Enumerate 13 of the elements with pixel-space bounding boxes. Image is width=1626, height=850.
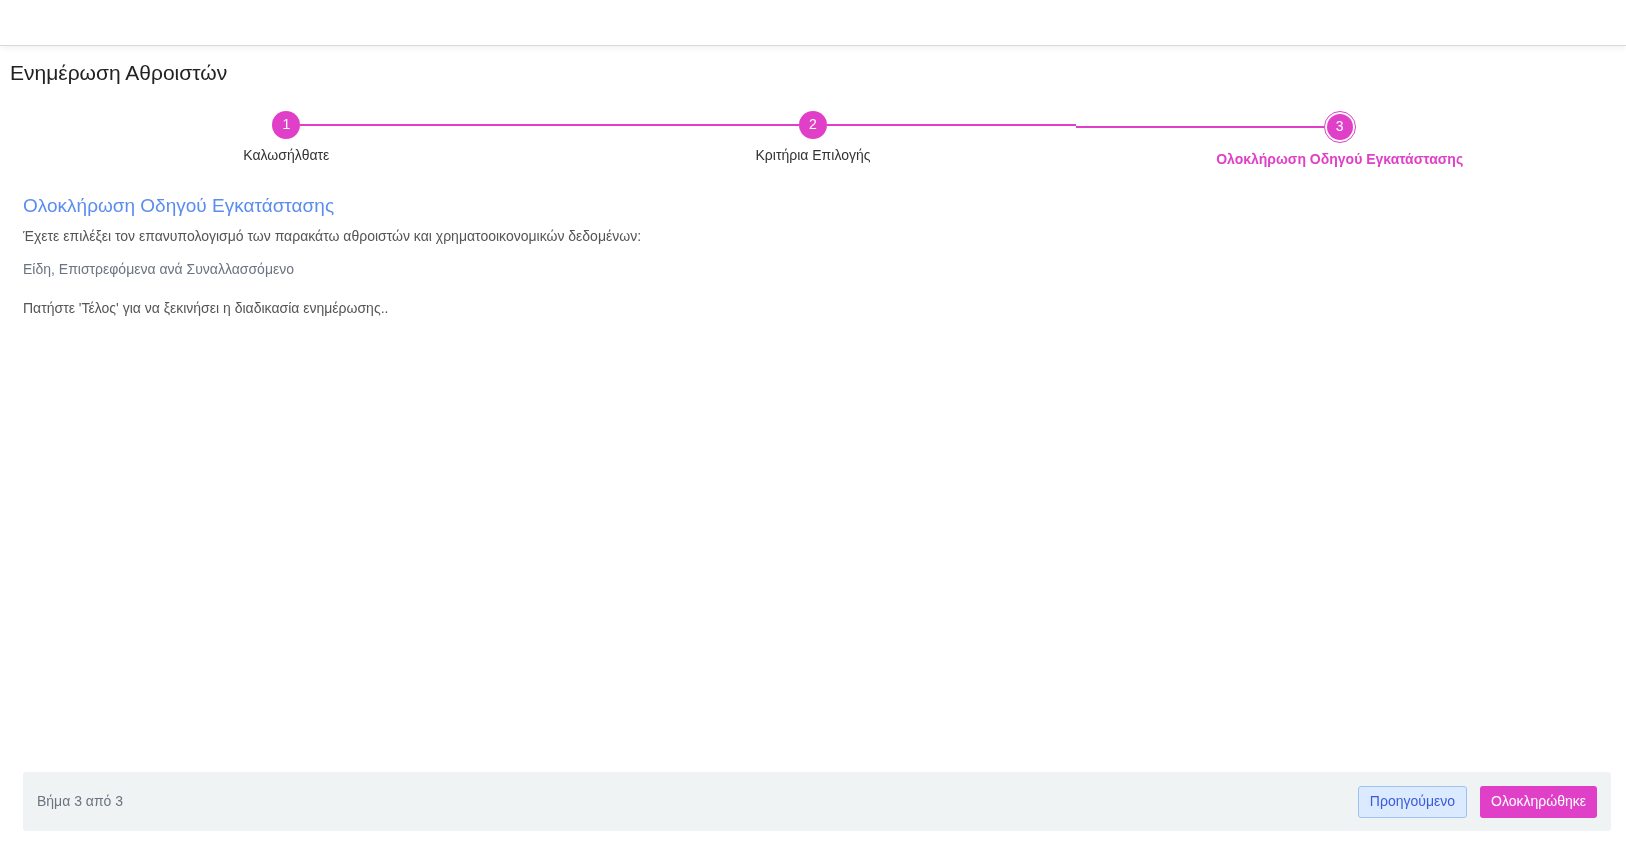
step-number: 1 — [272, 110, 301, 139]
page-title: Ενημέρωση Αθροιστών — [9, 60, 229, 86]
instruction-text: Πατήστε 'Τέλος' για να ξεκινήσει η διαδικασία ενημέρωσης.. — [23, 299, 390, 318]
previous-button[interactable]: Προηγούμενο — [1357, 785, 1468, 818]
step-label: Κριτήρια Επιλογής — [755, 145, 871, 165]
selection-text: Είδη, Επιστρεφόμενα ανά Συναλλασσόμενο — [23, 260, 295, 279]
step-number: 2 — [799, 110, 827, 139]
step-label: Ολοκλήρωση Οδηγού Εγκατάστασης — [1216, 149, 1464, 169]
section-heading: Ολοκλήρωση Οδηγού Εγκατάστασης — [23, 193, 336, 218]
intro-text: Έχετε επιλέξει τον επανυπολογισμό των παρακάτω αθροιστών και χρηματοοικονομικών δεδομένων: — [23, 227, 643, 246]
step-label: Καλωσήλθατε — [243, 145, 330, 165]
step-counter: Βήμα 3 από 3 — [37, 792, 124, 811]
finish-button[interactable]: Ολοκληρώθηκε — [1480, 785, 1597, 818]
